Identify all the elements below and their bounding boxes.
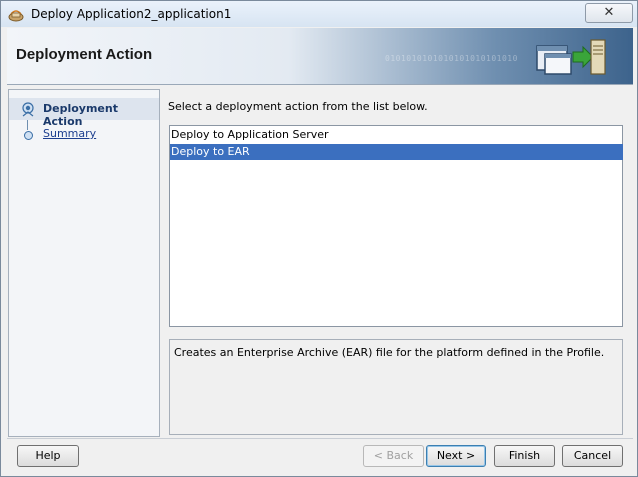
footer-divider bbox=[7, 438, 633, 439]
binary-decoration: 0101010101010101010101010 bbox=[385, 54, 518, 63]
close-icon: ✕ bbox=[603, 5, 615, 20]
step-dot-icon bbox=[24, 131, 33, 140]
cancel-button[interactable]: Cancel bbox=[562, 445, 623, 467]
instruction-text: Select a deployment action from the list… bbox=[168, 100, 428, 113]
list-item-deploy-to-application-server[interactable]: Deploy to Application Server bbox=[170, 127, 623, 143]
help-button[interactable]: Help bbox=[17, 445, 79, 467]
nav-item-summary[interactable]: Summary bbox=[9, 125, 159, 147]
title-bar: Deploy Application2_application1 ✕ bbox=[1, 1, 637, 27]
wizard-steps-nav: Deployment Action Summary bbox=[8, 89, 160, 437]
wizard-header: Deployment Action 0101010101010101010101… bbox=[7, 28, 633, 85]
deploy-dialog: Deploy Application2_application1 ✕ Deplo… bbox=[0, 0, 638, 477]
nav-item-label[interactable]: Summary bbox=[43, 127, 96, 140]
deployment-action-list[interactable]: Deploy to Application Server Deploy to E… bbox=[169, 125, 623, 327]
list-item-deploy-to-ear[interactable]: Deploy to EAR bbox=[170, 144, 623, 160]
finish-button[interactable]: Finish bbox=[494, 445, 555, 467]
action-description-panel: Creates an Enterprise Archive (EAR) file… bbox=[169, 339, 623, 435]
deploy-server-icon bbox=[536, 39, 606, 75]
action-description-text: Creates an Enterprise Archive (EAR) file… bbox=[174, 346, 605, 359]
next-button[interactable]: Next > bbox=[426, 445, 486, 467]
window-title: Deploy Application2_application1 bbox=[31, 7, 232, 21]
page-title: Deployment Action bbox=[16, 46, 153, 63]
back-button[interactable]: < Back bbox=[363, 445, 424, 467]
current-step-icon bbox=[22, 102, 34, 117]
coffee-cup-icon bbox=[8, 10, 24, 22]
nav-item-deployment-action[interactable]: Deployment Action bbox=[9, 98, 159, 128]
close-button[interactable]: ✕ bbox=[585, 3, 633, 23]
